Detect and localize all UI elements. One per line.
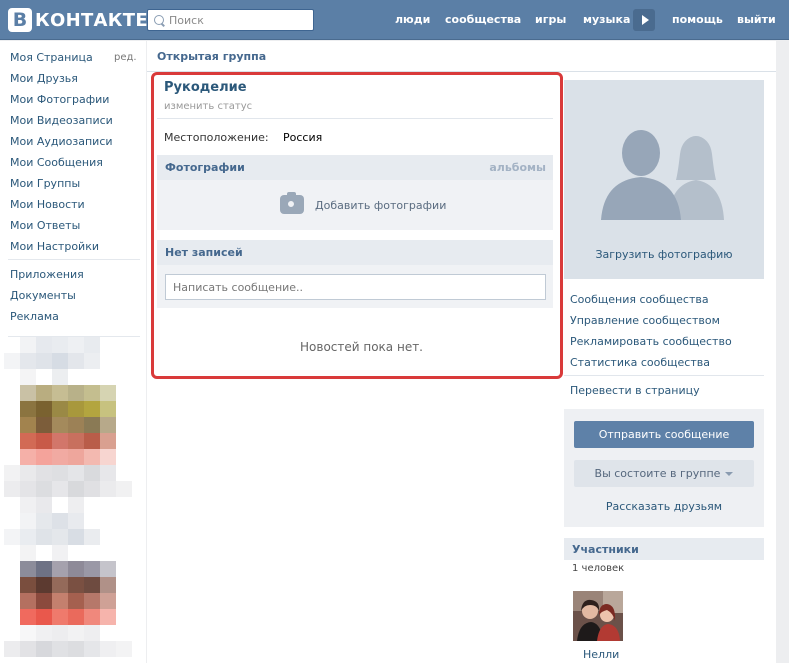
search-input[interactable] [169,13,299,27]
sidebar-item-groups[interactable]: Мои Группы [10,177,80,190]
right-divider [564,375,764,376]
sidebar-edit-link[interactable]: ред. [114,52,137,63]
post-message-input[interactable] [165,274,546,300]
nav-help[interactable]: помощь [672,13,723,26]
member-name[interactable]: Нелли [583,648,619,661]
wall-post-area [157,265,553,308]
action-panel: Отправить сообщение Вы состоите в группе… [564,409,764,527]
members-count: 1 человек [572,563,625,574]
sidebar-item-my-page[interactable]: Моя Страница [10,51,93,64]
nav-logout[interactable]: выйти [737,13,776,26]
add-photos-label[interactable]: Добавить фотографии [315,199,446,212]
page-title: Открытая группа [157,50,267,63]
pixelated-ad-image[interactable] [0,337,146,663]
change-status-link[interactable]: изменить статус [164,101,252,112]
top-header: В КОНТАКТЕ люди сообщества игры музыка п… [0,0,789,40]
search-box[interactable] [147,9,314,31]
photos-title[interactable]: Фотографии [165,161,245,174]
chevron-down-icon [725,472,734,476]
group-name: Рукоделие [164,80,247,95]
members-title[interactable]: Участники [572,543,639,556]
manage-community-link[interactable]: Управление сообществом [570,314,720,327]
tell-friends-link[interactable]: Рассказать друзьям [564,500,764,513]
sidebar-item-settings[interactable]: Мои Настройки [10,240,99,253]
people-silhouette-icon [601,130,724,220]
location-label: Местоположение: [164,131,269,144]
sidebar-item-photos[interactable]: Мои Фотографии [10,93,109,106]
wall-section-header: Нет записей [157,240,553,265]
search-icon [154,15,164,25]
vk-logo[interactable]: В КОНТАКТЕ [8,7,148,33]
play-icon[interactable] [633,9,655,31]
members-section-header: Участники [564,538,764,560]
nav-games[interactable]: игры [535,13,566,26]
location-value[interactable]: Россия [283,131,322,144]
membership-label: Вы состоите в группе [594,467,721,480]
sidebar-item-apps[interactable]: Приложения [10,268,84,281]
sidebar-divider [8,259,140,260]
nav-music[interactable]: музыка [583,13,630,26]
group-avatar-placeholder[interactable]: Загрузить фотографию [564,80,764,279]
info-divider [157,118,553,119]
sidebar-item-videos[interactable]: Мои Видеозаписи [10,114,113,127]
upload-photo-link[interactable]: Загрузить фотографию [564,248,764,261]
empty-wall-text: Новостей пока нет. [300,340,423,354]
community-stats-link[interactable]: Статистика сообщества [570,356,710,369]
left-sidebar: Моя Страница ред. Мои Друзья Мои Фотогра… [0,41,146,663]
sidebar-item-news[interactable]: Мои Новости [10,198,85,211]
nav-people[interactable]: люди [395,13,430,26]
advertise-community-link[interactable]: Рекламировать сообщество [570,335,732,348]
camera-icon [280,192,304,214]
membership-dropdown[interactable]: Вы состоите в группе [574,460,754,487]
convert-to-page-link[interactable]: Перевести в страницу [570,384,700,397]
sidebar-item-messages[interactable]: Мои Сообщения [10,156,103,169]
sidebar-item-audio[interactable]: Мои Аудиозаписи [10,135,113,148]
member-avatar[interactable] [573,591,623,641]
wall-title: Нет записей [165,246,243,259]
sidebar-item-answers[interactable]: Мои Ответы [10,219,80,232]
sidebar-item-ads[interactable]: Реклама [10,310,59,323]
send-message-button[interactable]: Отправить сообщение [574,421,754,448]
logo-letter: В [8,8,32,32]
albums-link[interactable]: альбомы [489,161,546,174]
community-messages-link[interactable]: Сообщения сообщества [570,293,709,306]
photos-section-header: Фотографии альбомы [157,155,553,180]
sidebar-item-documents[interactable]: Документы [10,289,76,302]
sidebar-item-friends[interactable]: Мои Друзья [10,72,78,85]
logo-text: КОНТАКТЕ [35,9,148,31]
add-photos-area[interactable]: Добавить фотографии [157,180,553,230]
member-photo-image [573,591,623,641]
nav-communities[interactable]: сообщества [445,13,521,26]
